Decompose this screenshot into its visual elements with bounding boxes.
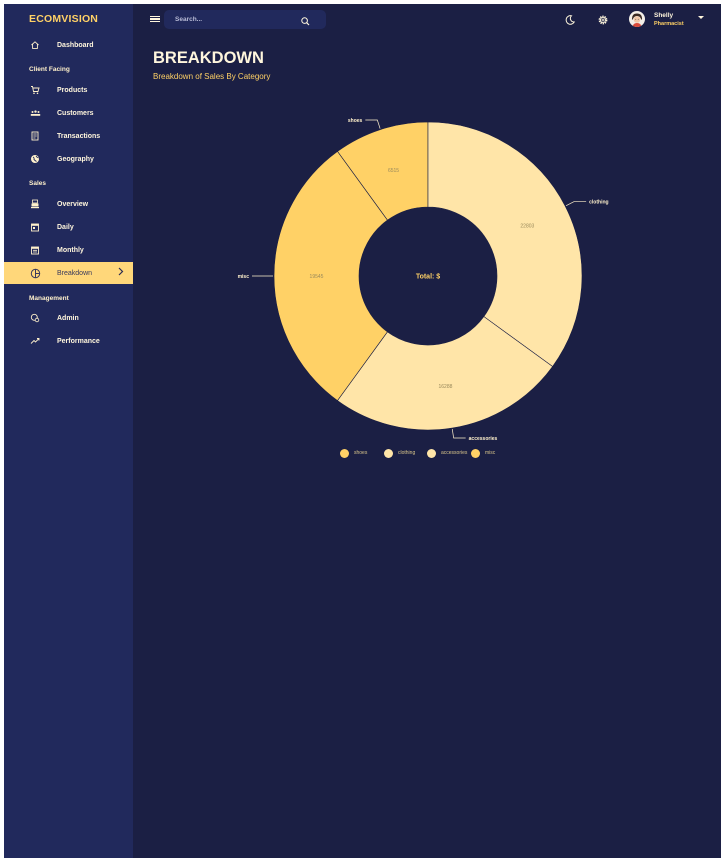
legend-item-accessories[interactable]: accessories [427,447,467,459]
slice-category-label: clothing [589,200,608,206]
legend-item-misc[interactable]: misc [471,447,495,459]
app-window: ECOMVISION Dashboard Client Facing Produ… [4,4,721,858]
leader-line [451,429,466,439]
legend-label: shoes [354,450,368,456]
legend-dot [427,448,436,458]
slice-value-label: 19545 [310,274,324,280]
legend-dot [340,448,349,458]
leader-line [365,119,381,129]
slice-value-label: 22803 [520,223,534,229]
slice-value-label: 16288 [438,384,452,390]
legend-label: clothing [398,450,416,456]
donut-center-total: Total: $ [416,274,440,281]
legend-label: accessories [441,450,468,456]
leader-line [565,201,587,206]
slice-category-label: accessories [469,436,498,442]
legend-label: misc [485,450,496,456]
slice-category-label: misc [238,274,250,280]
legend-dot [471,448,480,458]
donut-slice-clothing[interactable] [427,121,583,367]
legend-item-shoes[interactable]: shoes [340,447,367,459]
legend-item-clothing[interactable]: clothing [384,447,415,459]
breakdown-donut-chart: 6515 shoes 22803 clothing 16288 accessories 19… [238,118,609,442]
legend-dot [384,448,393,458]
slice-category-label: shoes [348,118,363,124]
slice-value-label: 6515 [388,168,399,174]
